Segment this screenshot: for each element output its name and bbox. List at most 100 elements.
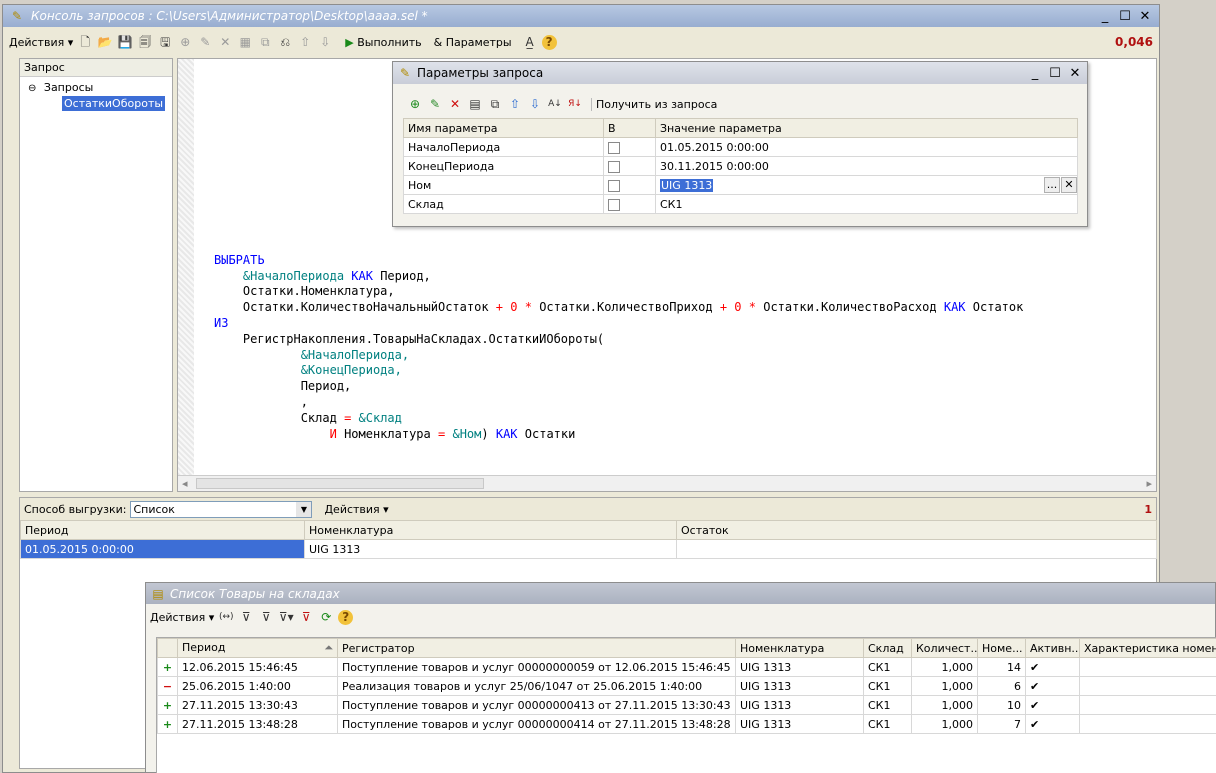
col-nomenclature[interactable]: Номенклатура (735, 638, 864, 658)
query-text[interactable]: ВЫБРАТЬ &НачалоПериода КАК Период, Остат… (214, 237, 1023, 442)
new-icon[interactable]: 🗋 (77, 34, 93, 50)
col-number[interactable]: Номе... (977, 638, 1026, 658)
param-value[interactable]: 30.11.2015 0:00:00 (655, 156, 1078, 176)
filter-list-icon[interactable]: ⊽▾ (278, 609, 294, 625)
horizontal-scrollbar[interactable]: ◂ ▸ (178, 475, 1156, 491)
list-title-bar[interactable]: ▤ Список Товары на складах (146, 583, 1215, 604)
param-name[interactable]: Склад (403, 194, 604, 214)
save-as-icon[interactable]: 🖫 (157, 34, 173, 50)
down-icon[interactable]: ⇩ (317, 34, 333, 50)
clear-filter-icon[interactable]: ⊽ (298, 609, 314, 625)
col-param-use[interactable]: В (603, 118, 656, 138)
col-warehouse[interactable]: Склад (863, 638, 912, 658)
list-header: Период ⏶ Регистратор Номенклатура Склад К… (157, 638, 1216, 658)
col-characteristic[interactable]: Характеристика номенкла (1079, 638, 1216, 658)
filter-icon[interactable]: ⊽ (238, 609, 254, 625)
col-active[interactable]: Активн... (1025, 638, 1080, 658)
col-period[interactable]: Период ⏶ (177, 638, 338, 658)
col-registrar[interactable]: Регистратор (337, 638, 736, 658)
clear-value-button[interactable]: ✕ (1061, 177, 1077, 193)
params-maximize-button[interactable]: ☐ (1047, 66, 1063, 81)
select-value-button[interactable]: ... (1044, 177, 1060, 193)
tree-item-selected[interactable]: ОстаткиОбороты (62, 96, 166, 111)
param-value[interactable]: 01.05.2015 0:00:00 (655, 137, 1078, 157)
tree-root[interactable]: ⊖ Запросы (20, 77, 172, 94)
move-up-icon[interactable]: ⇧ (507, 96, 523, 112)
param-name[interactable]: КонецПериода (403, 156, 604, 176)
param-value-input[interactable]: UIG 1313 (660, 178, 714, 192)
col-period[interactable]: Период (20, 520, 305, 540)
param-value-editing[interactable]: UIG 1313 ... ✕ (655, 175, 1078, 195)
copy-icon[interactable]: ⧉ (257, 34, 273, 50)
param-name[interactable]: НачалоПериода (403, 137, 604, 157)
copy-param-icon[interactable]: ⧉ (487, 96, 503, 112)
save-icon[interactable]: 💾 (117, 34, 133, 50)
param-checkbox[interactable] (608, 160, 620, 173)
save-param-icon[interactable]: ▤ (467, 96, 483, 112)
scroll-left-icon[interactable]: ◂ (182, 477, 188, 490)
list-help-icon[interactable]: ? (338, 609, 354, 625)
param-name[interactable]: Ном (403, 175, 604, 195)
params-close-button[interactable]: ✕ (1067, 66, 1083, 81)
constructor-icon[interactable]: ⎌ (277, 34, 293, 50)
delete-param-icon[interactable]: ✕ (447, 96, 463, 112)
params-minimize-button[interactable]: _ (1027, 66, 1043, 81)
cell-period[interactable]: 01.05.2015 0:00:00 (20, 539, 305, 559)
param-value[interactable]: СК1 (655, 194, 1078, 214)
params-button[interactable]: & Параметры (434, 36, 512, 49)
scroll-right-icon[interactable]: ▸ (1146, 477, 1152, 490)
move-down-icon[interactable]: ⇩ (527, 96, 543, 112)
scroll-thumb[interactable] (196, 478, 484, 489)
open-icon[interactable]: 📂 (97, 34, 113, 50)
table-row[interactable]: + 12.06.2015 15:46:45 Поступление товаро… (157, 657, 1216, 677)
sort-desc-icon[interactable]: Я↓ (567, 96, 583, 112)
collapse-icon[interactable]: ⊖ (28, 83, 36, 94)
filter-value-icon[interactable]: ⊽ (258, 609, 274, 625)
col-balance[interactable]: Остаток (676, 520, 1157, 540)
param-row[interactable]: Ном UIG 1313 ... ✕ (403, 175, 1078, 195)
actions-menu[interactable]: Действия ▾ (9, 36, 73, 49)
up-icon[interactable]: ⇧ (297, 34, 313, 50)
minimize-button[interactable]: _ (1097, 9, 1113, 24)
tree-header: Запрос (20, 59, 172, 77)
list-actions-menu[interactable]: Действия ▾ (150, 611, 214, 624)
delete-icon[interactable]: ✕ (217, 34, 233, 50)
params-title-bar[interactable]: ✎ Параметры запроса _ ☐ ✕ (393, 62, 1087, 84)
execute-button[interactable]: ▶ Выполнить (345, 36, 421, 49)
param-row[interactable]: Склад СК1 (403, 194, 1078, 214)
close-button[interactable]: ✕ (1137, 9, 1153, 24)
col-param-name[interactable]: Имя параметра (403, 118, 604, 138)
edit-param-icon[interactable]: ✎ (427, 96, 443, 112)
plus-icon: + (157, 714, 178, 734)
maximize-button[interactable]: ☐ (1117, 9, 1133, 24)
save-copy-icon[interactable]: 🗐 (137, 34, 153, 50)
grid-icon[interactable]: ▦ (237, 34, 253, 50)
refresh-icon[interactable]: ⟳ (318, 609, 334, 625)
sort-asc-icon[interactable]: A↓ (547, 96, 563, 112)
param-row[interactable]: НачалоПериода 01.05.2015 0:00:00 (403, 137, 1078, 157)
table-row[interactable]: + 27.11.2015 13:48:28 Поступление товаро… (157, 714, 1216, 734)
table-row[interactable]: − 25.06.2015 1:40:00 Реализация товаров … (157, 676, 1216, 696)
cell-nomenclature[interactable]: UIG 1313 (304, 539, 677, 559)
edit-icon[interactable]: ✎ (197, 34, 213, 50)
export-select[interactable]: Список ▼ (130, 500, 313, 518)
table-row[interactable]: 01.05.2015 0:00:00 UIG 1313 (20, 539, 1157, 559)
param-row[interactable]: КонецПериода 30.11.2015 0:00:00 (403, 156, 1078, 176)
param-checkbox[interactable] (608, 179, 620, 192)
interval-icon[interactable]: (↔) (218, 609, 234, 625)
cell-balance[interactable] (676, 539, 1157, 559)
add-param-icon[interactable]: ⊕ (407, 96, 423, 112)
table-row[interactable]: + 27.11.2015 13:30:43 Поступление товаро… (157, 695, 1216, 715)
col-nomenclature[interactable]: Номенклатура (304, 520, 677, 540)
result-actions-menu[interactable]: Действия ▾ (324, 503, 388, 516)
dropdown-icon[interactable]: ▼ (296, 501, 312, 517)
main-title-bar[interactable]: ✎ Консоль запросов : C:\Users\Администра… (3, 5, 1159, 27)
get-from-query-button[interactable]: Получить из запроса (591, 97, 717, 111)
col-param-value[interactable]: Значение параметра (655, 118, 1078, 138)
help-icon[interactable]: ? (541, 34, 557, 50)
add-icon[interactable]: ⊕ (177, 34, 193, 50)
font-icon[interactable]: A̲ (522, 34, 538, 50)
col-quantity[interactable]: Количест... (911, 638, 978, 658)
param-checkbox[interactable] (608, 198, 620, 211)
param-checkbox[interactable] (608, 141, 620, 154)
